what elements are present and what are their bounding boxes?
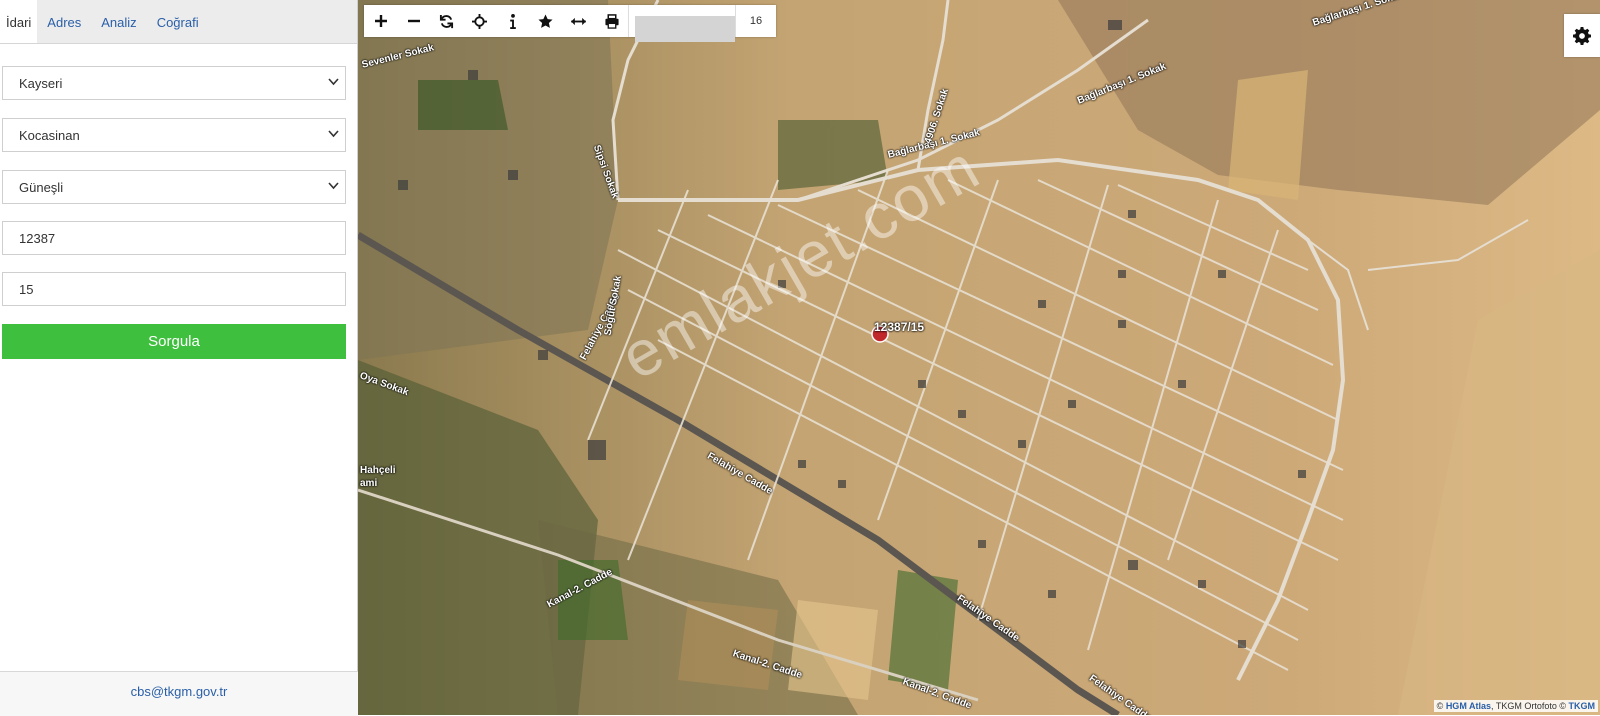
district-value: Kocasinan (19, 128, 80, 143)
tab-bar: İdari Adres Analiz Coğrafi (0, 0, 357, 44)
query-button[interactable]: Sorgula (2, 324, 346, 359)
neighborhood-select[interactable]: Güneşli (2, 170, 346, 204)
province-select[interactable]: Kayseri (2, 66, 346, 100)
parcel-no-input[interactable]: 15 (2, 272, 346, 306)
info-icon[interactable] (496, 5, 529, 37)
zoom-level: 16 (735, 5, 776, 37)
zoom-out-icon[interactable] (397, 5, 430, 37)
district-select[interactable]: Kocasinan (2, 118, 346, 152)
attribution-tkgm-link[interactable]: TKGM (1569, 701, 1596, 711)
map-view[interactable]: Bağlarbaşı 1. Sokak Bağlarbaşı 1. Sokak … (358, 0, 1600, 715)
favorite-icon[interactable] (529, 5, 562, 37)
attribution-hgm-link[interactable]: HGM Atlas (1446, 701, 1491, 711)
attribution-copyright: © (1436, 701, 1444, 711)
tab-adres[interactable]: Adres (37, 0, 91, 43)
chevron-down-icon (328, 67, 339, 86)
tab-analiz[interactable]: Analiz (91, 0, 146, 43)
measure-icon[interactable] (562, 5, 595, 37)
attribution-ortofoto: TKGM Ortofoto © (1495, 701, 1566, 711)
scale-bar (628, 5, 735, 42)
block-no-value: 12387 (19, 231, 56, 246)
refresh-icon[interactable] (430, 5, 463, 37)
gear-icon (1573, 26, 1591, 45)
block-no-input[interactable]: 12387 (2, 221, 346, 255)
print-icon[interactable] (595, 5, 628, 37)
parcel-label[interactable]: 12387/15 (874, 320, 924, 334)
parcel-no-value: 15 (19, 282, 34, 297)
settings-button[interactable] (1564, 14, 1600, 57)
footer-email-link[interactable]: cbs@tkgm.gov.tr (0, 671, 358, 716)
tab-idari[interactable]: İdari (0, 0, 38, 43)
map-toolbar: 16 (364, 5, 776, 42)
query-panel: İdari Adres Analiz Coğrafi Kayseri Kocas… (0, 0, 358, 716)
chevron-down-icon (328, 119, 339, 138)
locate-icon[interactable] (463, 5, 496, 37)
tab-cografi[interactable]: Coğrafi (147, 0, 209, 43)
zoom-in-icon[interactable] (364, 5, 397, 37)
province-value: Kayseri (19, 76, 63, 91)
neighborhood-value: Güneşli (19, 180, 64, 195)
street-label: ami (360, 478, 378, 489)
map-attribution: © HGM Atlas, TKGM Ortofoto © TKGM (1433, 700, 1598, 712)
street-label: Hahçeli (360, 465, 396, 476)
chevron-down-icon (328, 171, 339, 190)
